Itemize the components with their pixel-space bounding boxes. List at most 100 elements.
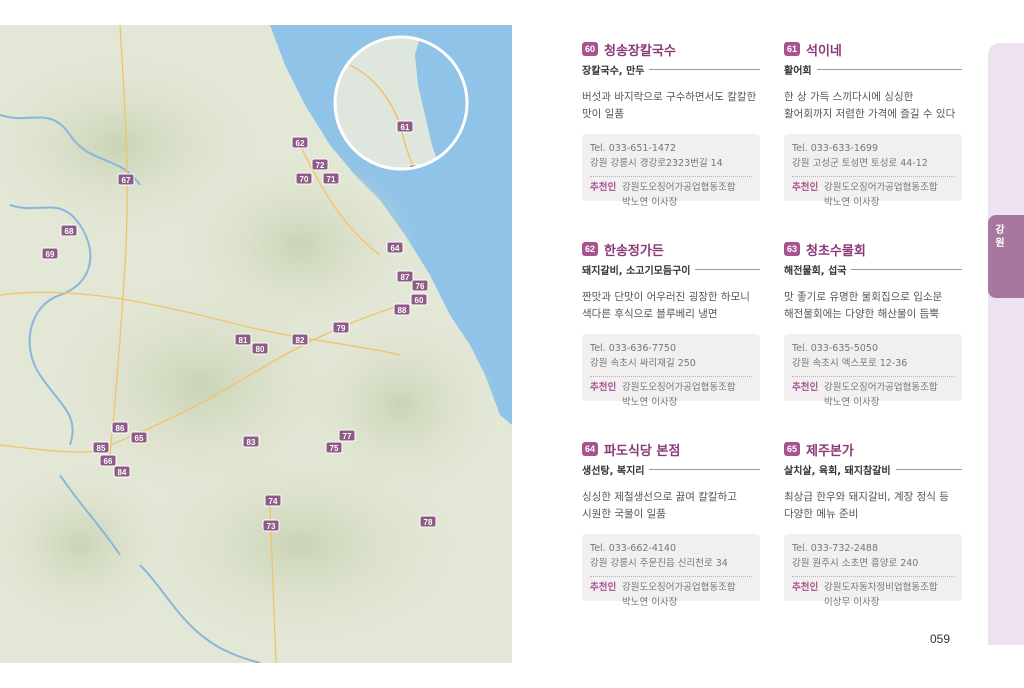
entry-number: 65 — [784, 442, 801, 456]
svg-text:79: 79 — [337, 324, 346, 333]
recommender: 추천인 강원도자동차정비업협동조합 이상무 이사장 — [792, 582, 938, 608]
chapter-tab-label: 강원 — [995, 225, 1005, 249]
menu-items: 살치살, 육회, 돼지참갈비 — [784, 466, 891, 477]
map-marker: 65 — [130, 431, 148, 444]
svg-text:74: 74 — [269, 497, 278, 506]
svg-text:61: 61 — [401, 123, 410, 132]
map-marker: 60 — [410, 293, 428, 306]
divider — [649, 69, 760, 70]
menu-items: 해전물회, 섭국 — [784, 266, 847, 277]
svg-text:85: 85 — [97, 444, 106, 453]
map-marker: 81 — [234, 333, 252, 346]
map-marker: 71 — [322, 172, 340, 185]
description: 맛 좋기로 유명한 물회집으로 입소문 해전물회에는 다양한 해산물이 듬뿍 — [784, 291, 943, 320]
entry-number: 61 — [784, 42, 801, 56]
restaurant-entry: 65 제주본가 살치살, 육회, 돼지참갈비 최상급 한우와 돼지갈비, 계장 정… — [784, 440, 962, 608]
info-box: Tel. 033-636-7750 강원 속초시 싸리재길 250 추천인 강원도… — [582, 334, 760, 408]
svg-text:65: 65 — [135, 434, 144, 443]
svg-text:86: 86 — [116, 424, 125, 433]
recommender: 추천인 강원도오징어가공업협동조합 박노연 이사장 — [590, 182, 736, 208]
svg-text:83: 83 — [247, 438, 256, 447]
svg-text:87: 87 — [401, 273, 410, 282]
map-marker: 62 — [291, 136, 309, 149]
svg-text:82: 82 — [296, 336, 305, 345]
svg-text:67: 67 — [122, 176, 131, 185]
recommender: 추천인 강원도오징어가공업협동조합 박노연 이사장 — [792, 382, 938, 408]
restaurant-entry: 62 한송정가든 돼지갈비, 소고기모듬구이 짠맛과 단맛이 어우러진 굉장한 하… — [582, 240, 760, 408]
address: 강원 강릉시 주문진읍 신리천로 34 — [590, 558, 728, 569]
svg-text:84: 84 — [118, 468, 127, 477]
info-box: Tel. 033-651-1472 강원 강릉시 경강로2323번길 14 추천… — [582, 134, 760, 208]
divider — [851, 269, 962, 270]
recommender: 추천인 강원도오징어가공업협동조합 박노연 이사장 — [792, 182, 938, 208]
restaurant-name: 한송정가든 — [604, 243, 664, 259]
map-marker: 76 — [411, 279, 429, 292]
svg-text:68: 68 — [65, 227, 74, 236]
map-marker: 72 — [311, 158, 329, 171]
svg-text:78: 78 — [424, 518, 433, 527]
region-map[interactable]: 62 72 70 71 67 68 69 64 87 76 60 88 79 8… — [0, 25, 512, 663]
menu-items: 생선탕, 복지리 — [582, 466, 645, 477]
svg-text:62: 62 — [296, 139, 305, 148]
restaurant-name: 제주본가 — [806, 443, 854, 459]
map-marker: 75 — [325, 441, 343, 454]
map-marker: 61 — [396, 120, 414, 133]
address: 강원 강릉시 경강로2323번길 14 — [590, 158, 723, 169]
svg-text:71: 71 — [327, 175, 336, 184]
map-marker: 78 — [419, 515, 437, 528]
map-marker: 74 — [264, 494, 282, 507]
map-marker: 84 — [113, 465, 131, 478]
entry-number: 62 — [582, 242, 599, 256]
svg-text:69: 69 — [46, 250, 55, 259]
svg-text:73: 73 — [267, 522, 276, 531]
description: 최상급 한우와 돼지갈비, 계장 정식 등 다양한 메뉴 준비 — [784, 491, 949, 520]
map-marker: 69 — [41, 247, 59, 260]
phone-number: Tel. 033-636-7750 — [590, 343, 677, 354]
address: 강원 속초시 엑스포로 12-36 — [792, 358, 908, 369]
svg-text:66: 66 — [104, 457, 113, 466]
svg-text:81: 81 — [239, 336, 248, 345]
map-marker: 68 — [60, 224, 78, 237]
restaurant-name: 청초수물회 — [806, 243, 866, 259]
svg-text:76: 76 — [416, 282, 425, 291]
address: 강원 속초시 싸리재길 250 — [590, 358, 696, 369]
address: 강원 고성군 토성면 토성로 44-12 — [792, 158, 928, 169]
menu-items: 활어회 — [784, 66, 812, 77]
map-marker: 79 — [332, 321, 350, 334]
map-marker: 66 — [99, 454, 117, 467]
map-marker: 67 — [117, 173, 135, 186]
restaurant-name: 파도식당 본점 — [604, 443, 681, 459]
description: 버섯과 바지락으로 구수하면서도 칼칼한 맛이 일품 — [582, 91, 757, 120]
entry-number: 60 — [582, 42, 599, 56]
restaurant-name: 청송장칼국수 — [604, 43, 676, 59]
phone-number: Tel. 033-651-1472 — [590, 143, 677, 154]
restaurant-entry: 63 청초수물회 해전물회, 섭국 맛 좋기로 유명한 물회집으로 입소문 해전물회… — [784, 240, 962, 408]
map-marker: 88 — [393, 303, 411, 316]
map-marker: 83 — [242, 435, 260, 448]
entry-number: 63 — [784, 242, 801, 256]
phone-number: Tel. 033-732-2488 — [792, 543, 879, 554]
address: 강원 원주시 소초면 흥양로 240 — [792, 558, 919, 569]
divider — [649, 469, 760, 470]
page-number: 059 — [930, 632, 951, 646]
map-marker: 87 — [396, 270, 414, 283]
map-marker: 82 — [291, 333, 309, 346]
svg-text:77: 77 — [343, 432, 352, 441]
restaurant-entry: 60 청송장칼국수 장칼국수, 만두 버섯과 바지락으로 구수하면서도 칼칼한 맛이… — [582, 40, 760, 208]
divider — [816, 69, 962, 70]
svg-text:64: 64 — [391, 244, 400, 253]
map-marker: 86 — [111, 421, 129, 434]
menu-items: 돼지갈비, 소고기모듬구이 — [582, 266, 691, 277]
menu-items: 장칼국수, 만두 — [582, 66, 645, 77]
map-svg: 62 72 70 71 67 68 69 64 87 76 60 88 79 8… — [0, 25, 512, 663]
divider — [895, 469, 962, 470]
phone-number: Tel. 033-662-4140 — [590, 543, 677, 554]
map-marker: 77 — [338, 429, 356, 442]
restaurant-entry: 61 석이네 활어회 한 상 가득 스끼다시에 싱싱한 활어회까지 저렴한 가격에 … — [784, 40, 962, 208]
divider — [695, 269, 760, 270]
svg-text:75: 75 — [330, 444, 339, 453]
restaurant-name: 석이네 — [806, 43, 842, 59]
description: 싱싱한 제철생선으로 끓여 칼칼하고 시원한 국물이 일품 — [582, 491, 737, 520]
svg-text:88: 88 — [398, 306, 407, 315]
map-marker: 70 — [295, 172, 313, 185]
